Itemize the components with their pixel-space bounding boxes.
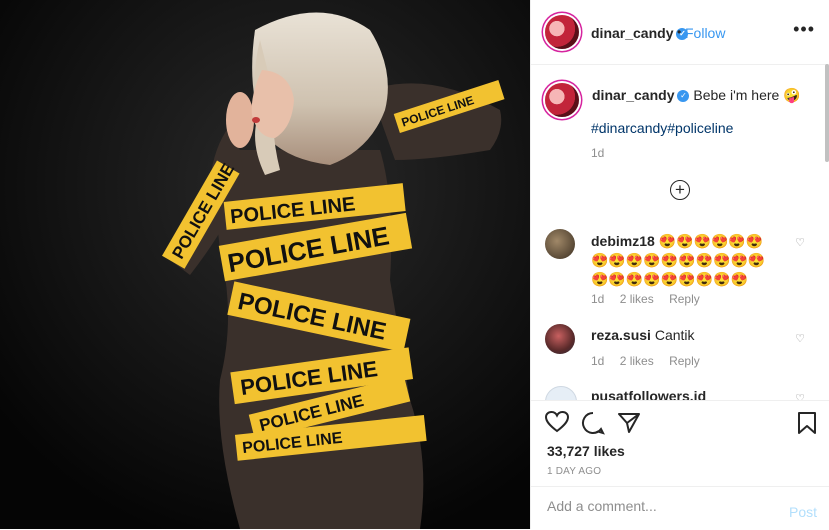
- caption-username[interactable]: dinar_candy: [592, 87, 674, 103]
- comment-icon[interactable]: [581, 411, 605, 441]
- post-header: dinar_candy ✓ • Follow •••: [531, 0, 829, 65]
- comment-like-icon[interactable]: ♡: [795, 392, 805, 400]
- likes-count[interactable]: 33,727 likes: [547, 443, 625, 459]
- post-date[interactable]: 1 DAY AGO: [547, 466, 601, 477]
- comment: pusatfollowers.id: [591, 388, 706, 400]
- comment-username[interactable]: debimz18: [591, 233, 655, 249]
- caption-hashtags[interactable]: #dinarcandy#policeline: [591, 120, 733, 136]
- comment-time[interactable]: 1d: [591, 354, 604, 368]
- header-username[interactable]: dinar_candy ✓: [591, 25, 689, 41]
- load-more-comments-icon[interactable]: +: [670, 180, 690, 200]
- post-button[interactable]: Post: [789, 504, 817, 520]
- comment-avatar[interactable]: [545, 229, 575, 259]
- action-bar: 33,727 likes 1 DAY AGO: [531, 400, 829, 487]
- comment-avatar[interactable]: [545, 324, 575, 354]
- caption: dinar_candy ✓ Bebe i'm here 🤪: [592, 87, 801, 104]
- share-icon[interactable]: [617, 411, 641, 441]
- caption-avatar[interactable]: [545, 83, 579, 117]
- comment-like-icon[interactable]: ♡: [795, 236, 805, 249]
- comment-avatar[interactable]: [545, 386, 577, 400]
- username-link[interactable]: dinar_candy: [591, 25, 673, 41]
- reply-button[interactable]: Reply: [669, 354, 700, 368]
- dot-separator: •: [677, 25, 682, 39]
- follow-button[interactable]: Follow: [685, 25, 725, 41]
- comment-meta: 1d 2 likes Reply: [591, 292, 712, 306]
- caption-text: Bebe i'm here 🤪: [693, 87, 801, 103]
- comment-time[interactable]: 1d: [591, 292, 604, 306]
- photo-illustration: POLICE LINE POLICE LINE POLICE LINE POLI…: [0, 0, 530, 529]
- caption-time[interactable]: 1d: [591, 146, 604, 160]
- comment-text: Cantik: [654, 327, 695, 343]
- comment-like-icon[interactable]: ♡: [795, 332, 805, 345]
- comment-likes[interactable]: 2 likes: [620, 354, 654, 368]
- comment-username[interactable]: pusatfollowers.id: [591, 388, 706, 400]
- add-comment-bar: Post: [531, 486, 829, 530]
- heart-icon[interactable]: [544, 410, 570, 439]
- comment-meta: 1d 2 likes Reply: [591, 354, 712, 368]
- more-options-icon[interactable]: •••: [793, 19, 815, 40]
- verified-icon: ✓: [677, 90, 690, 103]
- avatar[interactable]: [545, 15, 579, 49]
- comments-list[interactable]: dinar_candy ✓ Bebe i'm here 🤪 #dinarcandy…: [531, 64, 829, 400]
- save-bookmark-icon[interactable]: [797, 411, 817, 441]
- comment-username[interactable]: reza.susi: [591, 327, 651, 343]
- scrollbar[interactable]: [825, 64, 829, 162]
- reply-button[interactable]: Reply: [669, 292, 700, 306]
- post-panel: dinar_candy ✓ • Follow ••• dinar_candy ✓ B…: [530, 0, 829, 529]
- comment: debimz18 😍😍😍😍😍😍😍😍😍😍😍😍😍😍😍😍😍😍😍😍😍😍😍😍😍: [591, 232, 771, 289]
- comment-likes[interactable]: 2 likes: [620, 292, 654, 306]
- comment: reza.susi Cantik: [591, 327, 695, 343]
- add-comment-input[interactable]: [545, 497, 769, 515]
- post-photo[interactable]: POLICE LINE POLICE LINE POLICE LINE POLI…: [0, 0, 530, 529]
